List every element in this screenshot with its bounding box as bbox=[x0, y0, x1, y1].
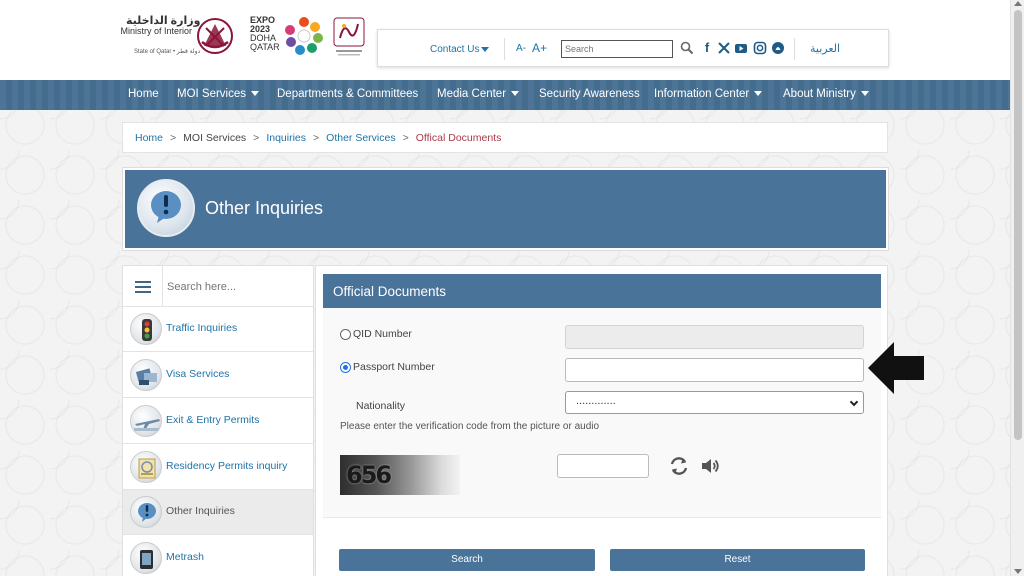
site-header: وزارة الداخلية Ministry of Interior Stat… bbox=[0, 0, 1010, 80]
breadcrumb-inquiries[interactable]: Inquiries bbox=[266, 132, 306, 144]
nav-item-home[interactable]: Home bbox=[128, 88, 159, 100]
arabic-language-link[interactable]: العربية bbox=[810, 42, 840, 55]
form-title: Official Documents bbox=[333, 284, 447, 299]
snapchat-icon[interactable] bbox=[771, 40, 785, 56]
page: وزارة الداخلية Ministry of Interior Stat… bbox=[0, 0, 1010, 576]
breadcrumb: Home > MOI Services > Inquiries > Other Servic… bbox=[122, 122, 888, 153]
airplane-icon bbox=[130, 405, 162, 437]
qid-label: QID Number bbox=[353, 328, 412, 340]
moi-english-name: Ministry of Interior bbox=[120, 26, 192, 36]
increase-font-button[interactable]: A+ bbox=[532, 41, 547, 55]
captcha-image: 656 bbox=[340, 455, 460, 495]
sidebar-item-residency-permits[interactable]: Residency Permits inquiry bbox=[123, 445, 313, 490]
residency-icon bbox=[130, 451, 162, 483]
divider bbox=[504, 38, 505, 60]
passport-label: Passport Number bbox=[353, 361, 435, 373]
contact-us-link[interactable]: Contact Us bbox=[430, 44, 490, 55]
chevron-down-icon bbox=[481, 46, 490, 52]
search-icon[interactable] bbox=[680, 41, 694, 55]
qid-radio[interactable] bbox=[340, 329, 351, 340]
sidebar-item-exit-entry-permits[interactable]: Exit & Entry Permits bbox=[123, 399, 313, 444]
page-title: Other Inquiries bbox=[205, 198, 324, 218]
visa-icon bbox=[130, 359, 162, 391]
chevron-down-icon bbox=[849, 397, 859, 407]
verification-instructions: Please enter the verification code from … bbox=[340, 421, 600, 432]
breadcrumb-separator: > bbox=[313, 132, 320, 144]
chevron-down-icon bbox=[511, 91, 520, 97]
sidebar-search-input[interactable] bbox=[167, 277, 307, 297]
instagram-icon[interactable] bbox=[753, 40, 767, 56]
nav-item-moi-services[interactable]: MOI Services bbox=[177, 88, 260, 100]
breadcrumb-separator: > bbox=[253, 132, 260, 144]
qid-input[interactable] bbox=[565, 325, 864, 349]
passport-radio[interactable] bbox=[340, 362, 351, 373]
top-utility-bar: Contact Us A- A+ f bbox=[377, 29, 889, 67]
exclamation-icon bbox=[130, 496, 162, 528]
x-twitter-icon[interactable] bbox=[717, 40, 731, 56]
scroll-down-arrow-icon[interactable] bbox=[1014, 569, 1022, 574]
nav-item-departments[interactable]: Departments & Committees bbox=[277, 88, 418, 100]
nationality-select[interactable]: ............. bbox=[565, 391, 864, 414]
scroll-thumb[interactable] bbox=[1014, 10, 1022, 440]
search-button[interactable]: Search bbox=[339, 549, 595, 571]
form-header: Official Documents bbox=[323, 274, 881, 308]
sidebar-item-metrash[interactable]: Metrash bbox=[123, 536, 313, 576]
decrease-font-button[interactable]: A- bbox=[516, 43, 526, 54]
nationality-label: Nationality bbox=[356, 400, 406, 412]
breadcrumb-separator: > bbox=[402, 132, 409, 144]
refresh-captcha-icon[interactable] bbox=[668, 455, 690, 477]
scroll-up-arrow-icon[interactable] bbox=[1014, 1, 1022, 6]
nav-item-about-ministry[interactable]: About Ministry bbox=[783, 88, 869, 100]
page-banner: Other Inquiries bbox=[123, 168, 888, 250]
facebook-icon[interactable]: f bbox=[700, 40, 714, 56]
official-documents-form: QID Number Passport Number Nationality .… bbox=[323, 308, 881, 518]
expo-flower-logo-icon bbox=[285, 17, 323, 55]
passport-number-input[interactable] bbox=[565, 358, 864, 382]
breadcrumb-moi-services: MOI Services bbox=[183, 132, 247, 144]
hamburger-menu-icon[interactable] bbox=[123, 266, 163, 307]
captcha-input[interactable] bbox=[557, 454, 649, 478]
nav-item-security-awareness[interactable]: Security Awareness bbox=[539, 88, 640, 100]
event-logo-icon bbox=[333, 17, 365, 56]
divider bbox=[794, 38, 795, 60]
left-arrow-pointer-icon bbox=[868, 342, 924, 394]
page-scrollbar[interactable] bbox=[1010, 0, 1024, 576]
captcha-code: 656 bbox=[346, 461, 392, 489]
metrash-icon bbox=[130, 542, 162, 574]
sidebar-search-row bbox=[123, 266, 313, 307]
breadcrumb-other-services[interactable]: Other Services bbox=[326, 132, 395, 144]
sidebar-item-visa-services[interactable]: Visa Services bbox=[123, 353, 313, 398]
audio-captcha-icon[interactable] bbox=[699, 455, 721, 477]
logo-area[interactable]: وزارة الداخلية Ministry of Interior Stat… bbox=[120, 12, 370, 62]
reset-button[interactable]: Reset bbox=[610, 549, 865, 571]
breadcrumb-home[interactable]: Home bbox=[135, 132, 163, 144]
sidebar-item-other-inquiries[interactable]: Other Inquiries bbox=[123, 490, 313, 535]
main-nav: Home MOI Services Departments & Committe… bbox=[0, 80, 1010, 110]
chevron-down-icon bbox=[251, 91, 260, 97]
traffic-light-icon bbox=[130, 313, 162, 345]
site-search-input[interactable] bbox=[561, 40, 673, 58]
nav-item-media-center[interactable]: Media Center bbox=[437, 88, 520, 100]
qatar-emblem-icon bbox=[197, 18, 233, 54]
breadcrumb-current: Offical Documents bbox=[415, 132, 502, 144]
sidebar-item-traffic-inquiries[interactable]: Traffic Inquiries bbox=[123, 307, 313, 352]
breadcrumb-separator: > bbox=[170, 132, 177, 144]
main-content: Official Documents QID Number Passport N… bbox=[315, 265, 888, 576]
nav-item-information-center[interactable]: Information Center bbox=[654, 88, 763, 100]
expo-2023-text: EXPO 2023 DOHA QATAR bbox=[250, 15, 280, 52]
youtube-icon[interactable] bbox=[734, 40, 748, 56]
exclamation-bubble-icon bbox=[137, 179, 195, 237]
sidebar: Traffic Inquiries Visa Services Exit & E… bbox=[122, 265, 314, 576]
moi-subtitle: State of Qatar • دولة قطر bbox=[134, 49, 201, 55]
chevron-down-icon bbox=[754, 91, 763, 97]
chevron-down-icon bbox=[860, 91, 869, 97]
